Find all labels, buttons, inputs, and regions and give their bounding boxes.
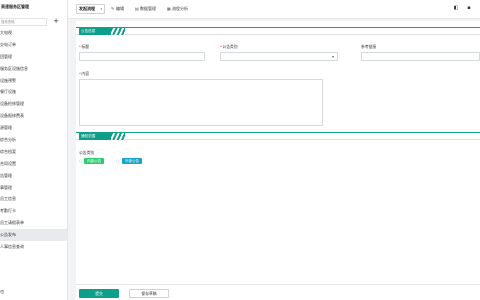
app-title: 高速服务区管理 [1, 4, 29, 9]
ref-link-input[interactable] [361, 52, 480, 61]
flow-analysis-label: 流程分析 [172, 6, 188, 11]
sidebar-list: 大电视 交电订单 团管理 服务区设施信息 设施预警 餐厅设施 设备检修管理 设备报修费表 源管理… [0, 27, 67, 253]
category-field-label: *公告类别 [220, 44, 238, 49]
chevron-down-icon: ▾ [100, 7, 102, 11]
form-panel: 公告信息 *标题 *公告类别 ▾ 参考链接 *内容 通知范围 公告类别 ○ 内部… [76, 21, 480, 300]
sidebar-item[interactable]: 事管理 [0, 182, 67, 194]
tag-external-notice[interactable]: 外部公告 [122, 158, 142, 164]
data-management-label: 数据管理 [140, 6, 156, 11]
settings-icon[interactable]: ▪ [466, 5, 472, 11]
title-field-label: *标题 [79, 44, 89, 49]
edit-button[interactable]: ✎ 编辑 [111, 4, 124, 14]
sidebar-item[interactable]: 员工请假表单 [0, 217, 67, 229]
theme-icon[interactable]: ◧ [453, 5, 459, 11]
sidebar-item[interactable]: 考勤打卡 [0, 205, 67, 217]
sidebar-item[interactable]: 设备报修费表 [0, 110, 67, 122]
data-management-button[interactable]: ▤数据管理 [135, 4, 156, 14]
sidebar-item[interactable]: 餐厅设施 [0, 86, 67, 98]
title-input[interactable] [79, 52, 205, 61]
radio-icon[interactable]: ○ [116, 158, 119, 164]
sidebar-item[interactable]: 设备检修管理 [0, 98, 67, 110]
sidebar-item[interactable]: 服务区设施信息 [0, 63, 67, 75]
scope-category-label: 公告类别 [79, 150, 95, 155]
chart-icon: ▦ [167, 6, 171, 11]
section-header-scope: 通知范围 [76, 132, 480, 140]
sidebar-footer[interactable]: 也 [0, 288, 67, 296]
sidebar-item[interactable]: 设施预警 [0, 75, 67, 87]
content-textarea[interactable] [79, 79, 323, 126]
sidebar-item[interactable]: 综合分析 [0, 134, 67, 146]
view-select-label: 发起流程 [79, 6, 95, 11]
sidebar: 高速服务区管理 搜索表格 + 大电视 交电订单 团管理 服务区设施信息 设施预警 餐厅设施… [0, 0, 68, 300]
sidebar-item[interactable]: 大电视 [0, 27, 67, 39]
submit-button[interactable]: 提交 [79, 289, 119, 298]
sidebar-item[interactable]: 源管理 [0, 122, 67, 134]
chevron-down-icon: ▾ [331, 54, 334, 59]
sidebar-item[interactable]: 员工信息 [0, 193, 67, 205]
sidebar-item[interactable]: 公告发布 [0, 229, 67, 242]
form-footer: 提交 保存草稿 [76, 284, 480, 300]
sidebar-item[interactable]: 团管理 [0, 51, 67, 63]
sidebar-item[interactable]: 告管理 [0, 170, 67, 182]
ref-link-field-label: 参考链接 [361, 44, 377, 49]
radio-icon[interactable]: ○ [79, 158, 82, 164]
section-decoration [111, 28, 125, 35]
section-header-notice-info: 公告信息 [76, 27, 480, 35]
sidebar-item[interactable]: 综合档案 [0, 146, 67, 158]
add-icon[interactable]: + [52, 17, 60, 25]
category-select[interactable]: ▾ [220, 52, 338, 61]
content-field-label: *内容 [79, 71, 89, 76]
view-select[interactable]: 发起流程 ▾ [76, 4, 105, 14]
sidebar-item[interactable]: 合同设置 [0, 158, 67, 170]
save-draft-button[interactable]: 保存草稿 [129, 289, 169, 298]
sidebar-item[interactable]: 人事信息查询 [0, 241, 67, 253]
tag-internal-notice[interactable]: 内部公告 [84, 158, 104, 164]
table-icon: ▤ [135, 6, 139, 11]
flow-analysis-button[interactable]: ▦流程分析 [167, 4, 188, 14]
sidebar-item[interactable]: 交电订单 [0, 39, 67, 51]
pencil-icon: ✎ [111, 6, 115, 11]
section-decoration [111, 133, 125, 140]
sidebar-search-input[interactable]: 搜索表格 [0, 18, 47, 26]
top-bar: 发起流程 ▾ ✎ 编辑 ▤数据管理 ▦流程分析 ◧ ▪ [68, 0, 480, 19]
edit-label: 编辑 [116, 6, 124, 11]
section-title: 公告信息 [79, 28, 113, 35]
section-title: 通知范围 [79, 133, 113, 140]
